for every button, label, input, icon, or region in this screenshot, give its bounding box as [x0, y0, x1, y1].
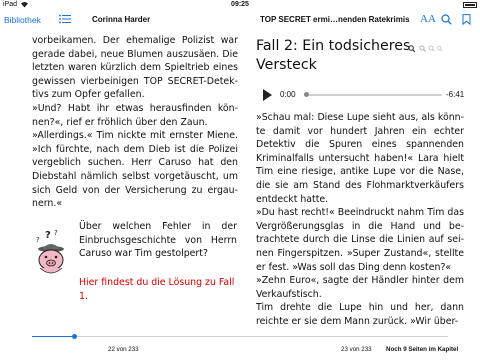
status-bar: iPad 09:25 — [0, 0, 480, 11]
reader-toolbar: Bibliothek Corinna Harder TOP SECRET erm… — [0, 11, 480, 29]
audio-current-time: 0:00 — [280, 90, 296, 99]
paragraph: Tim drehte die Lupe hin und her, dann re… — [256, 302, 464, 327]
reading-progress-track[interactable] — [32, 336, 448, 337]
detective-pig-icon: ? ? ? — [32, 228, 70, 278]
paragraph: »Du hast recht!« Beeindruckt nahm Tim da… — [256, 207, 464, 273]
svg-text:?: ? — [45, 230, 51, 241]
paragraph: »Zehn Euro«, sagte der Händler hinter de… — [256, 275, 464, 300]
paragraph: »Schau mal: Diese Lupe sieht aus, als kö… — [256, 112, 464, 205]
bookmark-icon[interactable] — [462, 14, 471, 27]
table-of-contents-icon[interactable] — [59, 14, 71, 26]
reading-progress-fill — [32, 336, 74, 337]
play-button[interactable] — [263, 89, 272, 101]
audio-scrubber[interactable] — [304, 94, 442, 96]
battery-icon — [463, 2, 477, 8]
audio-scrubber-knob[interactable] — [304, 92, 309, 97]
search-icon[interactable] — [441, 14, 452, 27]
left-page-text: vorbeikamen. Der ehemalige Polizist war … — [32, 34, 238, 211]
left-page-number: 22 von 233 — [108, 346, 139, 353]
reading-progress-knob[interactable] — [71, 334, 77, 339]
svg-text:?: ? — [36, 236, 40, 244]
audio-player: 0:00 -6:41 — [256, 86, 466, 104]
paragraph: »Allerdings.« Tim nickte mit ernster Mie… — [32, 130, 238, 210]
audio-remaining-time: -6:41 — [446, 90, 465, 99]
solution-link[interactable]: Hier findest du die Lösung zu Fall 1. — [79, 276, 237, 303]
font-settings-button[interactable]: AA — [420, 13, 436, 25]
svg-text:?: ? — [54, 229, 58, 237]
magnifier-icon — [408, 40, 444, 58]
chapter-pages-remaining: Noch 9 Seiten im Kapitel — [386, 346, 459, 353]
status-time: 09:25 — [231, 1, 249, 8]
right-page-text: »Schau mal: Diese Lupe sieht aus, als kö… — [256, 111, 464, 329]
paragraph: »Und? Habt ihr etwas herausfinden kön­ne… — [32, 102, 238, 128]
paragraph: vorbeikamen. Der ehemalige Polizist war … — [32, 35, 238, 101]
right-page-number: 23 von 233 — [341, 346, 372, 353]
puzzle-question: Über welchen Fehler in der Einbruchsgesc… — [79, 221, 237, 260]
library-button[interactable]: Bibliothek — [4, 15, 41, 25]
author-name: Corinna Harder — [92, 15, 151, 24]
book-title: TOP SECRET ermi…nenden Ratekrimis — [260, 15, 410, 24]
